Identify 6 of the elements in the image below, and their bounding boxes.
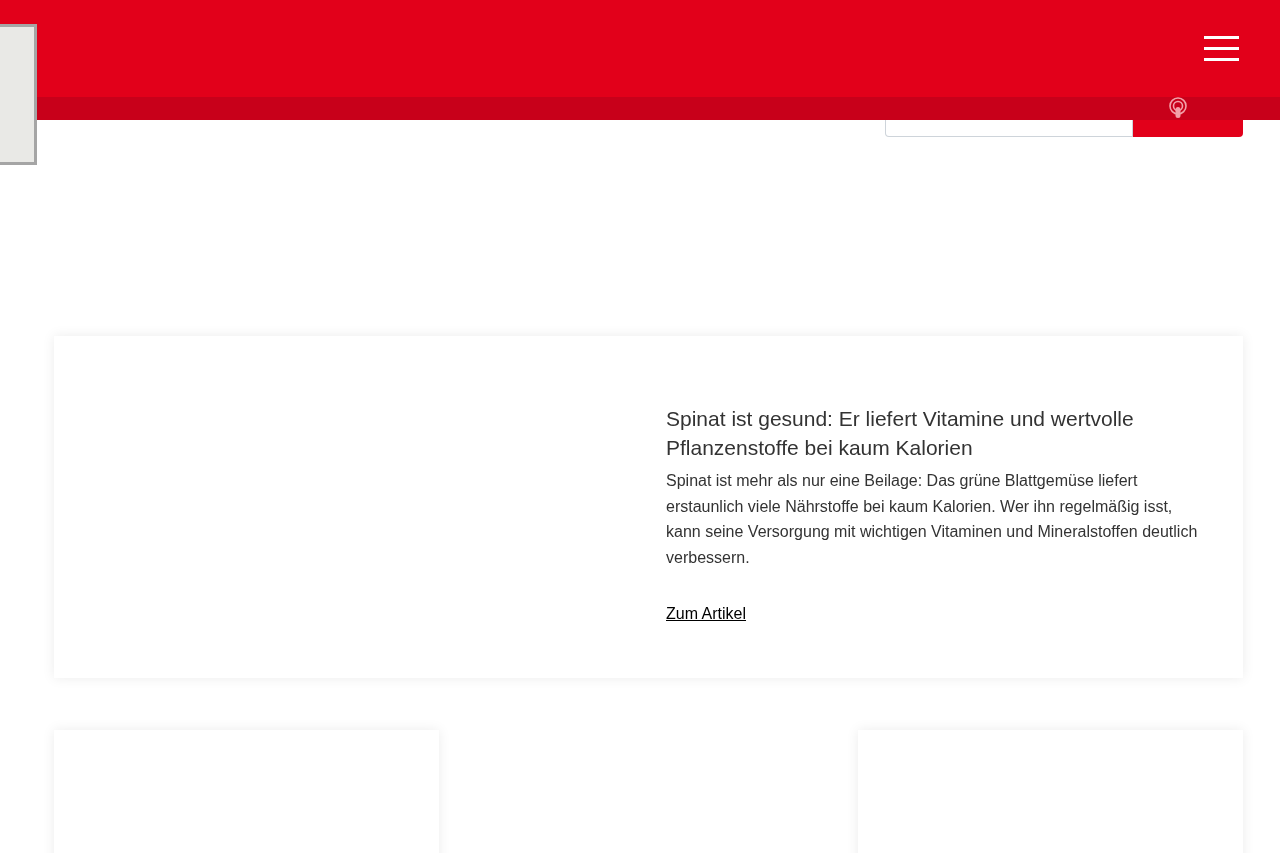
- menu-button[interactable]: [1204, 34, 1242, 62]
- article-link[interactable]: Zum Artikel: [666, 605, 746, 622]
- podcast-icon[interactable]: [1168, 97, 1188, 120]
- article-teaser: Spinat ist mehr als nur eine Beilage: Das grüne Blattgemüse liefert erstaunlich viele Nährstoffe bei kaum Kalorien. Wer ihn regelmäßig isst, kann seine Versorgung mit wichtigen Vitaminen und Mineralstoffen deutlich verbessern.: [666, 471, 1199, 568]
- search-field[interactable]: [885, 120, 1133, 137]
- article-title: Spinat ist gesund: Er liefert Vitamine und wertvolle Pflanzenstoffe bei kaum Kalorien: [666, 406, 1135, 461]
